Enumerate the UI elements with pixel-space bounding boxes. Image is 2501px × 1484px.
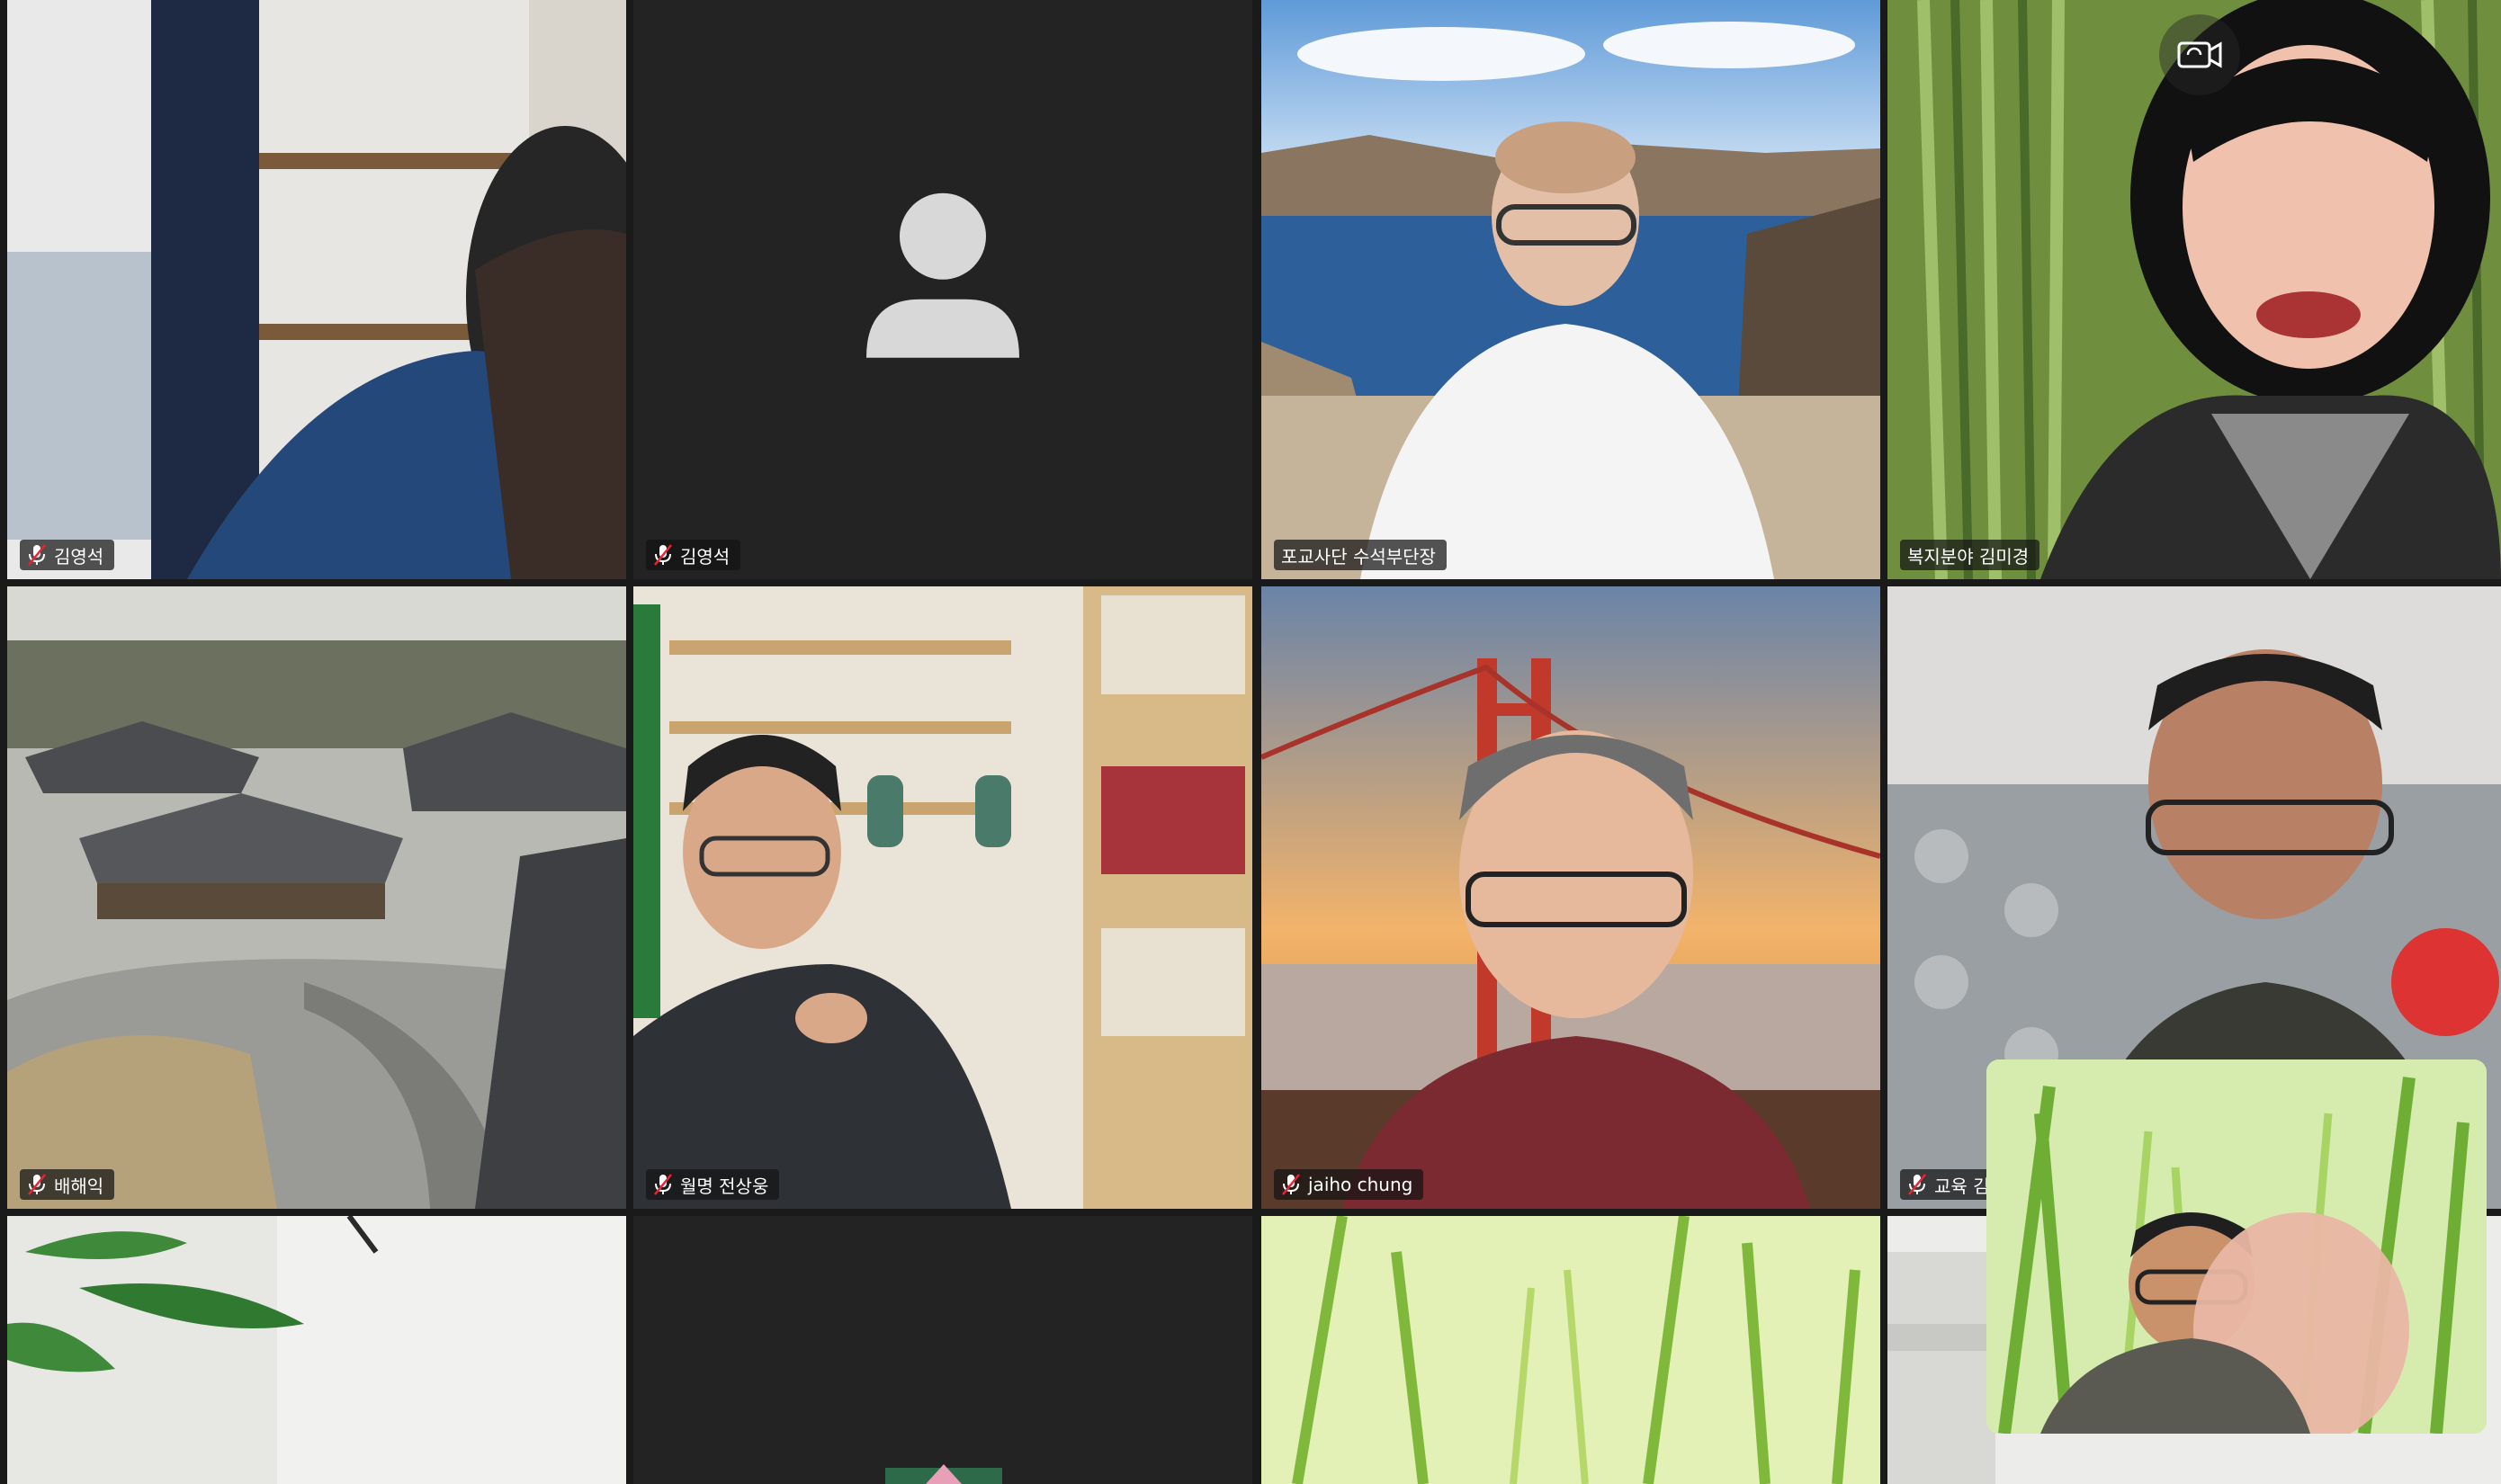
mic-muted-icon	[653, 543, 673, 567]
participant-name: 김영석	[680, 545, 731, 568]
participant-name: 포교사단 수석부단장	[1281, 545, 1436, 568]
participant-name: 배해익	[54, 1175, 104, 1197]
video-feed-dark	[633, 1216, 1252, 1484]
participant-tile-4[interactable]: 복지분야 김미경	[1887, 0, 2501, 579]
participant-tile-5[interactable]: 배해익	[7, 586, 626, 1209]
camera-switch-icon[interactable]	[2159, 14, 2240, 95]
video-feed-white-plant	[7, 1216, 626, 1484]
participant-nametag: 복지분야 김미경	[1900, 540, 2040, 570]
participant-tile-3[interactable]: 포교사단 수석부단장	[1261, 0, 1880, 579]
video-feed-green-grass	[1261, 1216, 1880, 1484]
participant-name: 월명 전상웅	[680, 1175, 769, 1197]
video-feed-mountain-lake	[1261, 0, 1880, 579]
mic-muted-icon	[1907, 1173, 1927, 1196]
mic-muted-icon	[27, 1173, 47, 1196]
participant-tile-7[interactable]: jaiho chung	[1261, 586, 1880, 1209]
participant-tile-11[interactable]	[1261, 1216, 1880, 1484]
mic-muted-icon	[1281, 1173, 1301, 1196]
mic-muted-icon	[653, 1173, 673, 1196]
participant-nametag: 포교사단 수석부단장	[1274, 540, 1447, 570]
self-view-feed	[1986, 1059, 2487, 1434]
participant-tile-2[interactable]: 김영석	[633, 0, 1252, 579]
video-feed-temple	[7, 586, 626, 1209]
participant-nametag: 배해익	[20, 1169, 115, 1200]
participant-nametag: 교육 김	[1900, 1169, 2001, 1200]
video-feed-golden-gate	[1261, 586, 1880, 1209]
mic-muted-icon	[27, 543, 47, 567]
participant-name: jaiho chung	[1308, 1174, 1413, 1195]
participant-name: 교육 김	[1934, 1175, 1990, 1197]
participant-name: 복지분야 김미경	[1907, 545, 2030, 568]
video-feed-office	[7, 0, 626, 579]
participant-nametag: 김영석	[646, 540, 741, 570]
participant-name: 김영석	[54, 545, 104, 568]
participant-tile-1[interactable]: 김영석	[7, 0, 626, 579]
participant-tile-9[interactable]	[7, 1216, 626, 1484]
participant-nametag: jaiho chung	[1274, 1169, 1424, 1200]
participant-tile-6[interactable]: 월명 전상웅	[633, 586, 1252, 1209]
video-feed-bookshelf	[633, 586, 1252, 1209]
participant-nametag: 월명 전상웅	[646, 1169, 780, 1200]
self-view-video[interactable]	[1986, 1059, 2487, 1434]
participant-tile-10[interactable]	[633, 1216, 1252, 1484]
participant-nametag: 김영석	[20, 540, 115, 570]
user-avatar-icon	[866, 187, 1019, 371]
